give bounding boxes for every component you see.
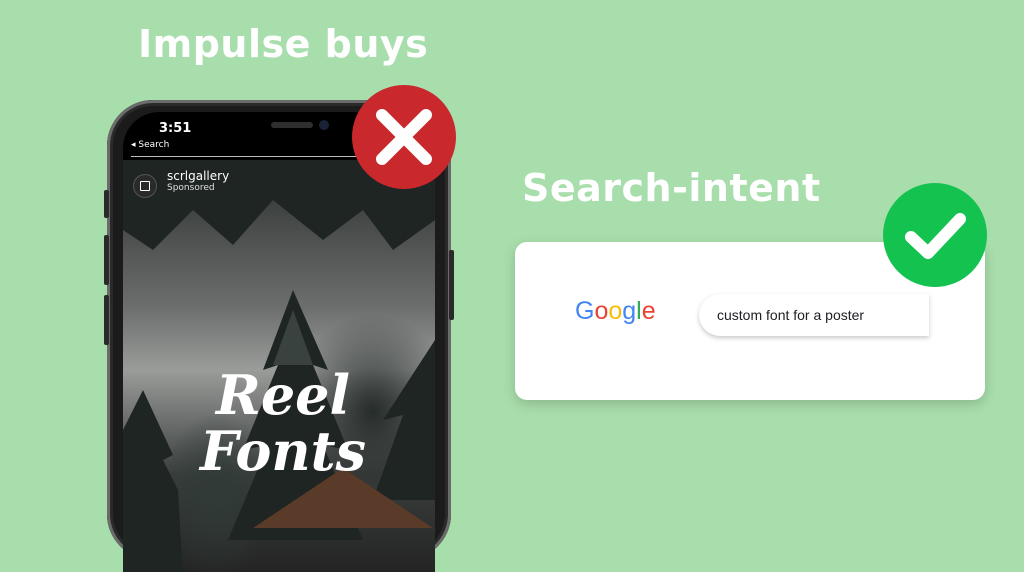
ad-logo-line2: Fonts xyxy=(199,419,366,483)
phone-power-button xyxy=(449,250,454,320)
search-query-text: custom font for a poster xyxy=(717,307,865,323)
search-input[interactable]: custom font for a poster xyxy=(699,294,929,336)
ad-logo-line1: Reel xyxy=(215,363,351,427)
impulse-buys-heading: Impulse buys xyxy=(138,22,429,66)
ad-logo: Reel Fonts xyxy=(193,367,373,479)
account-avatar-icon[interactable] xyxy=(133,174,157,198)
sponsored-label: Sponsored xyxy=(167,183,215,193)
google-letter: o xyxy=(594,297,609,325)
account-name[interactable]: scrlgallery xyxy=(167,169,229,183)
google-letter: e xyxy=(641,297,656,325)
google-letter: g xyxy=(622,297,637,325)
checkmark-icon xyxy=(883,183,987,287)
search-intent-heading: Search-intent xyxy=(522,166,821,210)
google-letter: o xyxy=(608,297,623,325)
phone-camera xyxy=(319,120,329,130)
phone-speaker xyxy=(271,122,313,128)
back-to-search-link[interactable]: ◂ Search xyxy=(131,140,169,150)
google-logo: Google xyxy=(575,297,656,326)
status-time: 3:51 xyxy=(159,121,192,136)
google-letter: G xyxy=(575,297,595,325)
phone-volume-down-button xyxy=(104,295,109,345)
x-mark-icon xyxy=(352,85,456,189)
phone-mute-switch xyxy=(104,190,109,218)
phone-volume-up-button xyxy=(104,235,109,285)
